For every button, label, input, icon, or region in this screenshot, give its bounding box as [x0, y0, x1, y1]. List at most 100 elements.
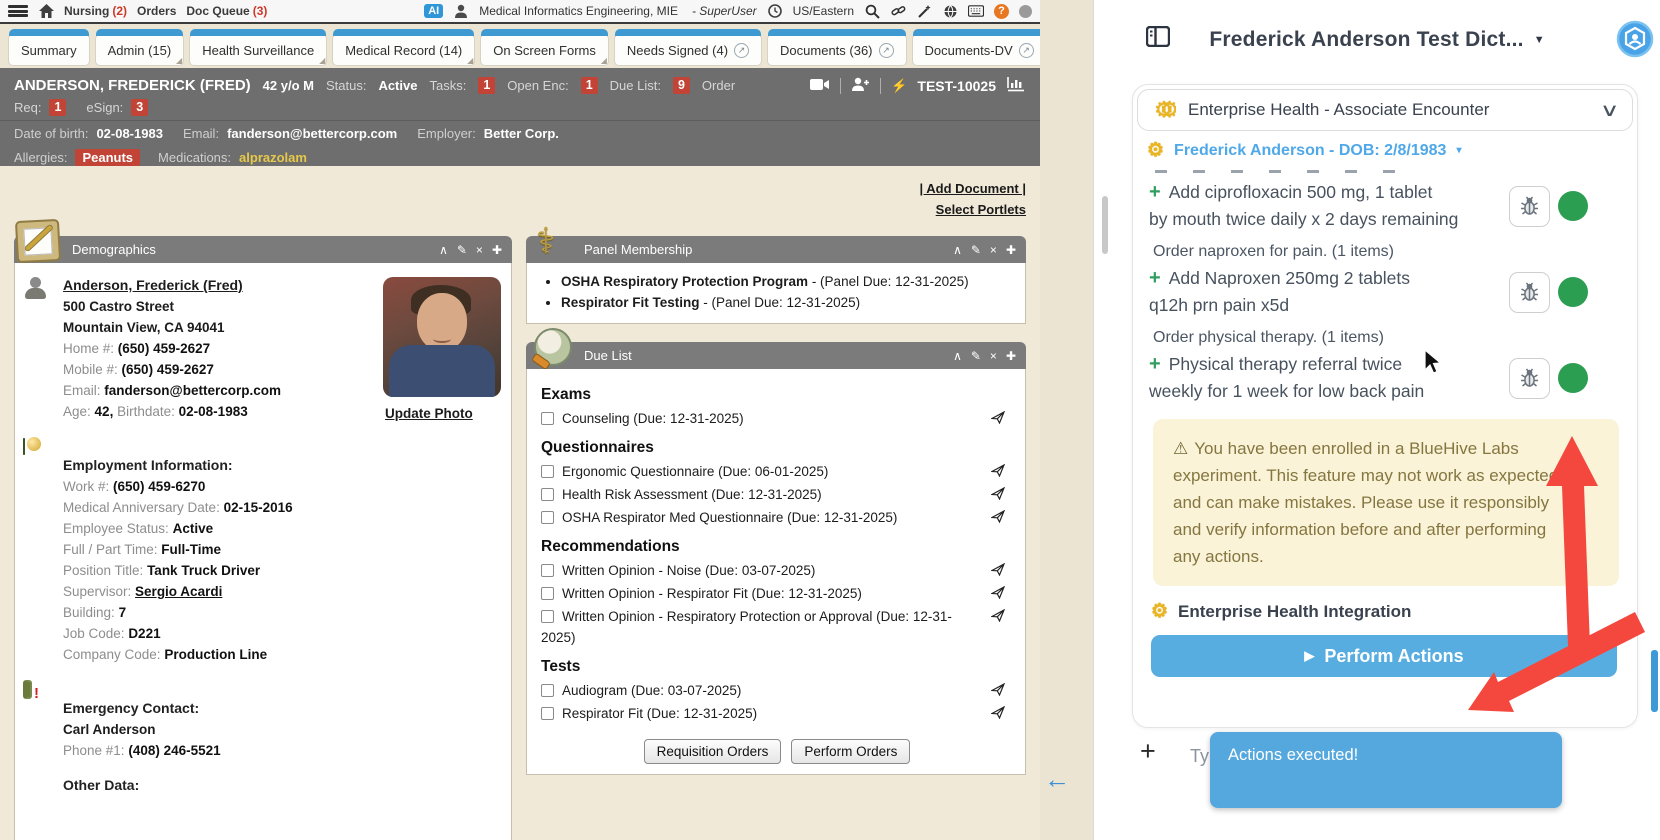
requisition-plane-icon[interactable]: [991, 704, 1005, 725]
debug-bug-button[interactable]: [1509, 272, 1550, 313]
menu-orders[interactable]: Orders: [137, 4, 176, 18]
requisition-plane-icon[interactable]: [991, 607, 1005, 628]
perform-actions-button[interactable]: ▶ Perform Actions: [1151, 635, 1617, 677]
chart-tab[interactable]: Documents (36) ↗: [767, 34, 906, 66]
dictation-title[interactable]: Frederick Anderson Test Dict...: [1209, 28, 1523, 52]
edit-icon[interactable]: ✎: [457, 243, 467, 257]
edit-icon[interactable]: ✎: [971, 349, 981, 363]
timezone-label[interactable]: US/Eastern: [793, 4, 854, 18]
requisition-plane-icon[interactable]: [991, 409, 1005, 430]
lightning-icon[interactable]: ⚡: [891, 78, 907, 94]
due-list-item: Written Opinion - Noise (Due: 03-07-2025…: [541, 559, 1013, 582]
chart-tab[interactable]: Medical Record (14) ◢: [332, 34, 475, 66]
external-link-icon[interactable]: ↗: [879, 43, 894, 58]
requisition-plane-icon[interactable]: [991, 561, 1005, 582]
requisition-plane-icon[interactable]: [991, 681, 1005, 702]
panel-divider: ←: [1040, 0, 1094, 840]
requisition-plane-icon[interactable]: [991, 508, 1005, 529]
external-link-icon[interactable]: ↗: [734, 43, 749, 58]
add-document-link[interactable]: | Add Document |: [920, 178, 1026, 199]
medication-link[interactable]: alprazolam: [239, 150, 307, 165]
patient-name[interactable]: ANDERSON, FREDERICK (FRED): [14, 77, 251, 94]
move-icon[interactable]: ✚: [492, 243, 502, 257]
item-checkbox[interactable]: [541, 412, 554, 425]
external-link-icon[interactable]: ↗: [1019, 43, 1034, 58]
title-caret-icon[interactable]: ▼: [1534, 34, 1545, 46]
collapse-panel-arrow-icon[interactable]: ←: [1044, 764, 1070, 795]
user-role: - SuperUser: [692, 4, 757, 18]
open-enc-badge[interactable]: 1: [581, 77, 598, 94]
link-icon[interactable]: [890, 3, 906, 19]
due-list-item: Written Opinion - Respirator Fit (Due: 1…: [541, 582, 1013, 605]
wand-icon[interactable]: [916, 3, 932, 19]
suggested-orders-list: +Add ciprofloxacin 500 mg, 1 tablet by m…: [1133, 179, 1637, 405]
due-list-badge[interactable]: 9: [673, 77, 690, 94]
chart-tab[interactable]: Admin (15) ◢: [95, 34, 185, 66]
search-icon[interactable]: [864, 3, 880, 19]
patient-context-row[interactable]: ⚙ Frederick Anderson - DOB: 2/8/1983 ▾: [1147, 139, 1637, 162]
sidebar-toggle-icon[interactable]: [1146, 26, 1170, 52]
chart-metrics-icon[interactable]: [1006, 76, 1026, 95]
item-checkbox[interactable]: [541, 684, 554, 697]
orders-scrollbar[interactable]: [1102, 196, 1108, 254]
chart-tab[interactable]: Documents-DV ↗: [912, 34, 1047, 66]
hamburger-menu-icon[interactable]: [8, 5, 28, 17]
collapse-icon[interactable]: ∧: [953, 243, 962, 257]
encounter-select[interactable]: ⚙⚙ Enterprise Health - Associate Encount…: [1137, 89, 1633, 131]
globe-icon[interactable]: [942, 3, 958, 19]
chart-tab[interactable]: Summary: [8, 34, 90, 66]
debug-bug-button[interactable]: [1509, 186, 1550, 227]
video-camera-icon[interactable]: [810, 78, 830, 94]
allergy-chip[interactable]: Peanuts: [75, 149, 140, 166]
supervisor-link[interactable]: Sergio Acardi: [135, 584, 222, 599]
select-portlets-link[interactable]: Select Portlets: [920, 199, 1026, 220]
item-checkbox[interactable]: [541, 564, 554, 577]
esign-badge[interactable]: 3: [131, 99, 148, 116]
chart-tab[interactable]: Health Surveillance ◢: [189, 34, 327, 66]
move-icon[interactable]: ✚: [1006, 349, 1016, 363]
edit-icon[interactable]: ✎: [971, 243, 981, 257]
emergency-contact-icon: [23, 680, 32, 699]
requisition-orders-button[interactable]: Requisition Orders: [644, 739, 782, 764]
screen: Nursing (2) Orders Doc Queue (3) AI Medi…: [0, 0, 1660, 840]
item-checkbox[interactable]: [541, 465, 554, 478]
debug-bug-button[interactable]: [1509, 358, 1550, 399]
add-person-icon[interactable]: [851, 77, 870, 94]
item-checkbox[interactable]: [541, 488, 554, 501]
item-checkbox[interactable]: [541, 587, 554, 600]
menu-nursing[interactable]: Nursing (2): [64, 4, 127, 18]
order-row: +Add ciprofloxacin 500 mg, 1 tablet by m…: [1133, 179, 1637, 233]
tasks-count-badge[interactable]: 1: [478, 77, 495, 94]
move-icon[interactable]: ✚: [1006, 243, 1016, 257]
perform-orders-button[interactable]: Perform Orders: [791, 739, 910, 764]
collapse-icon[interactable]: ∧: [439, 243, 448, 257]
update-photo-link[interactable]: Update Photo: [385, 403, 473, 424]
item-checkbox[interactable]: [541, 610, 554, 623]
item-checkbox[interactable]: [541, 707, 554, 720]
item-checkbox[interactable]: [541, 511, 554, 524]
req-badge[interactable]: 1: [49, 99, 66, 116]
home-icon[interactable]: [38, 3, 54, 19]
tab-accent-strip: [615, 29, 761, 36]
close-icon[interactable]: ×: [990, 349, 997, 363]
tab-menu-fold-icon: ◢: [319, 57, 325, 65]
bluehive-logo-icon[interactable]: [1616, 20, 1654, 63]
tab-accent-strip: [768, 29, 905, 36]
keyboard-icon[interactable]: [968, 3, 984, 19]
close-icon[interactable]: ×: [990, 243, 997, 257]
requisition-plane-icon[interactable]: [991, 584, 1005, 605]
chart-tab[interactable]: Needs Signed (4) ↗: [614, 34, 762, 66]
ai-badge[interactable]: AI: [424, 4, 443, 18]
collapse-icon[interactable]: ∧: [953, 349, 962, 363]
menu-doc-queue[interactable]: Doc Queue (3): [186, 4, 267, 18]
requisition-plane-icon[interactable]: [991, 462, 1005, 483]
item-label: OSHA Respirator Med Questionnaire (Due: …: [562, 510, 897, 525]
order-link[interactable]: Order: [702, 78, 735, 93]
panel-scrollbar[interactable]: [1651, 650, 1658, 712]
requisition-plane-icon[interactable]: [991, 485, 1005, 506]
item-label: Respirator Fit (Due: 12-31-2025): [562, 706, 757, 721]
add-attachment-button[interactable]: +: [1140, 736, 1156, 767]
close-icon[interactable]: ×: [476, 243, 483, 257]
chart-tab[interactable]: On Screen Forms ◢: [480, 34, 609, 66]
help-icon[interactable]: ?: [994, 4, 1009, 19]
